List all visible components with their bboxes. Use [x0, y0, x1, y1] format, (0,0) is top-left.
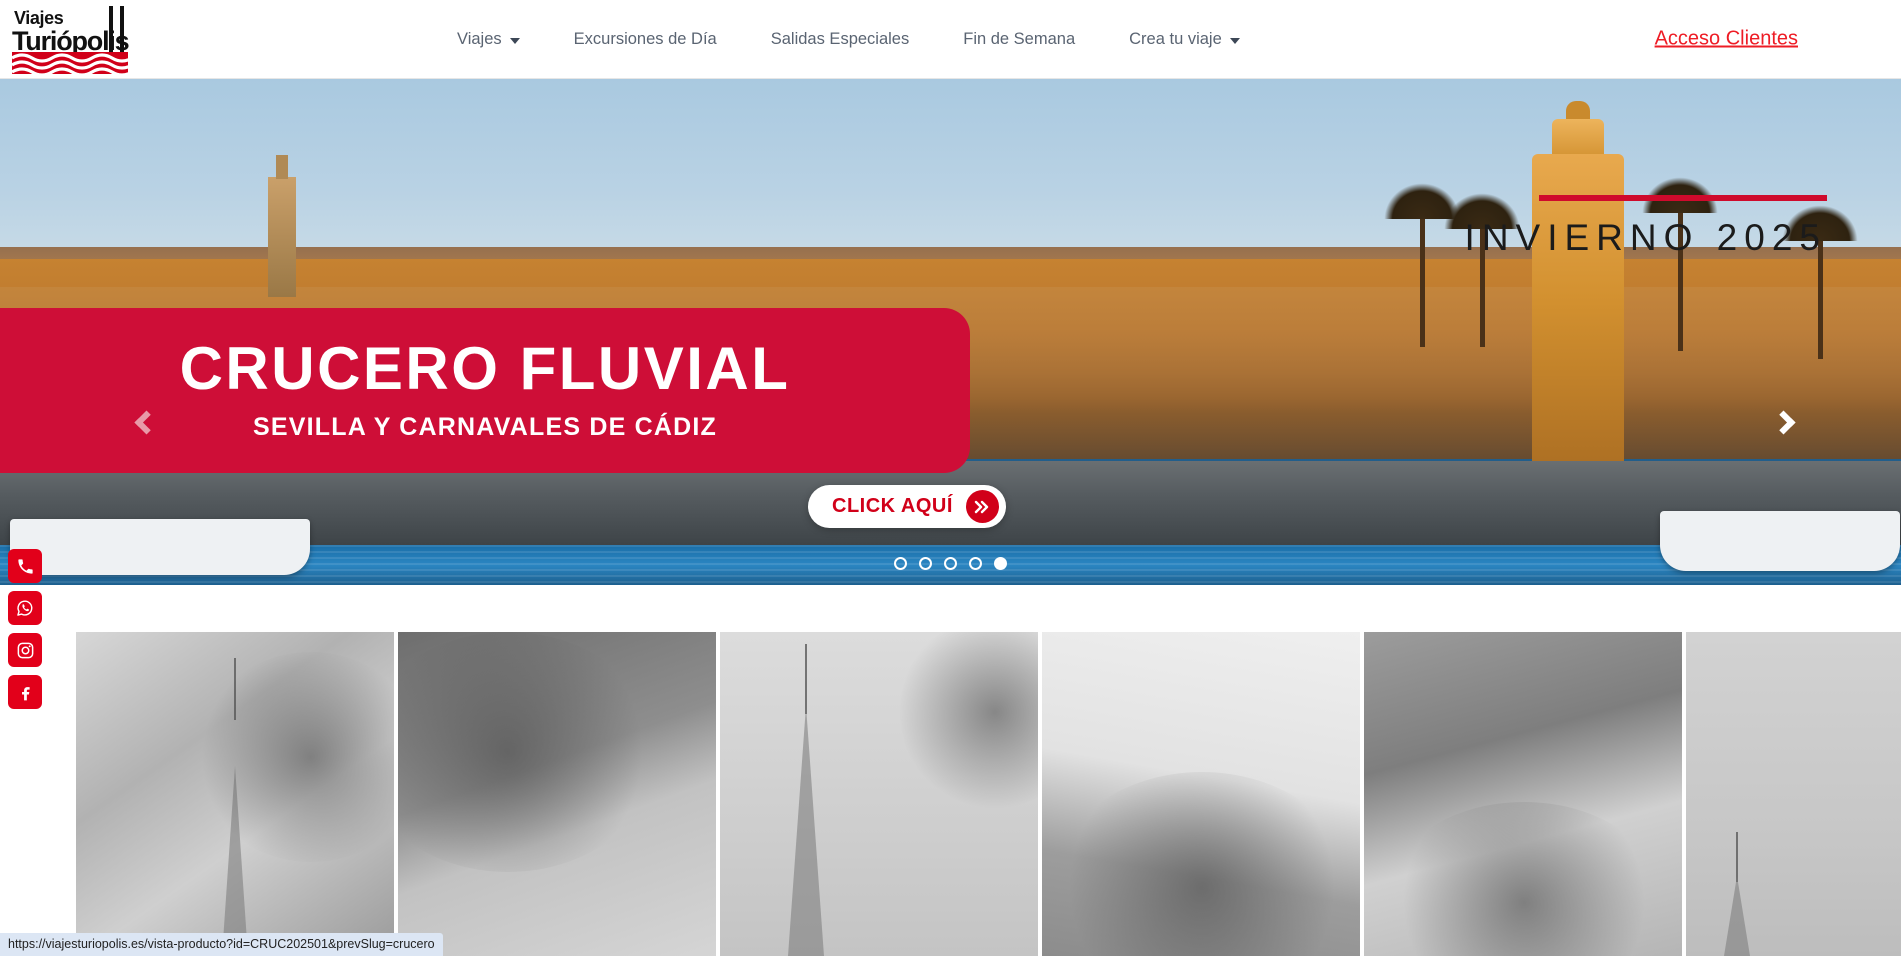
- giralda-tower: [268, 155, 296, 297]
- hero-season-block: INVIERNO 2025: [1465, 195, 1827, 259]
- card-spire-needle: [804, 644, 807, 714]
- double-chevron-right-icon: [965, 490, 999, 523]
- destination-card[interactable]: [1042, 632, 1360, 956]
- carousel-dots: [0, 557, 1901, 570]
- phone-icon[interactable]: [8, 549, 42, 583]
- hero-promo-subtitle: SEVILLA Y CARNAVALES DE CÁDIZ: [252, 413, 717, 441]
- facebook-icon[interactable]: [8, 675, 42, 709]
- chevron-down-icon: [1229, 38, 1240, 44]
- nav-item-fin-de-semana[interactable]: Fin de Semana: [936, 0, 1102, 79]
- palm-tree: [1420, 197, 1425, 347]
- client-access-link[interactable]: Acceso Clientes: [1655, 28, 1798, 51]
- destination-card[interactable]: [1364, 632, 1682, 956]
- chevron-down-icon: [509, 38, 520, 44]
- carousel-dot-3[interactable]: [944, 557, 957, 570]
- social-rail: [8, 549, 42, 709]
- nav-label: Crea tu viaje: [1129, 30, 1222, 48]
- hero-promo-banner: CRUCERO FLUVIAL SEVILLA Y CARNAVALES DE …: [0, 308, 970, 473]
- browser-status-url: https://viajesturiopolis.es/vista-produc…: [0, 933, 443, 956]
- chevron-right-icon: [1770, 409, 1796, 435]
- nav-item-salidas-especiales[interactable]: Salidas Especiales: [744, 0, 937, 79]
- hero-carousel: INVIERNO 2025 CRUCERO FLUVIAL SEVILLA Y …: [0, 79, 1901, 585]
- nav-item-excursiones-de-dia[interactable]: Excursiones de Día: [547, 0, 744, 79]
- main-navigation: Viajes Excursiones de Día Salidas Especi…: [430, 0, 1267, 79]
- instagram-icon[interactable]: [8, 633, 42, 667]
- hero-promo-title: CRUCERO FLUVIAL: [179, 335, 791, 402]
- logo-bar-right: [120, 6, 124, 52]
- site-header: Viajes Turiópolis Viajes Excursiones de …: [0, 0, 1901, 79]
- chevron-left-icon: [133, 409, 159, 435]
- nav-item-viajes[interactable]: Viajes: [430, 0, 547, 79]
- destination-card[interactable]: [76, 632, 394, 956]
- card-image: [1686, 632, 1901, 956]
- logo-wave-block: [12, 52, 128, 74]
- nav-label: Fin de Semana: [963, 30, 1076, 48]
- hero-cta-button[interactable]: CLICK AQUÍ: [808, 485, 1006, 528]
- carousel-prev-button[interactable]: [123, 399, 169, 445]
- hero-rule: [1539, 195, 1827, 201]
- card-eiffel-tower: [787, 706, 824, 956]
- destination-card[interactable]: [720, 632, 1038, 956]
- nav-label: Salidas Especiales: [770, 30, 910, 48]
- nav-item-crea-tu-viaje[interactable]: Crea tu viaje: [1102, 0, 1267, 79]
- hero-season-label: INVIERNO 2025: [1464, 217, 1827, 258]
- card-spire-needle: [1735, 832, 1738, 882]
- carousel-dot-2[interactable]: [919, 557, 932, 570]
- destination-card[interactable]: [1686, 632, 1901, 956]
- whatsapp-icon[interactable]: [8, 591, 42, 625]
- carousel-dot-1[interactable]: [894, 557, 907, 570]
- nav-label: Viajes: [457, 30, 502, 48]
- destination-card[interactable]: [398, 632, 716, 956]
- carousel-dot-4[interactable]: [969, 557, 982, 570]
- viajes-turiopolis-logo[interactable]: Viajes Turiópolis: [8, 6, 130, 74]
- card-spire: [1723, 876, 1750, 956]
- nav-label: Excursiones de Día: [573, 30, 717, 48]
- hero-cta-label: CLICK AQUÍ: [832, 495, 953, 517]
- carousel-dot-5[interactable]: [994, 557, 1007, 570]
- destination-card-grid: [76, 632, 1901, 956]
- carousel-next-button[interactable]: [1760, 399, 1806, 445]
